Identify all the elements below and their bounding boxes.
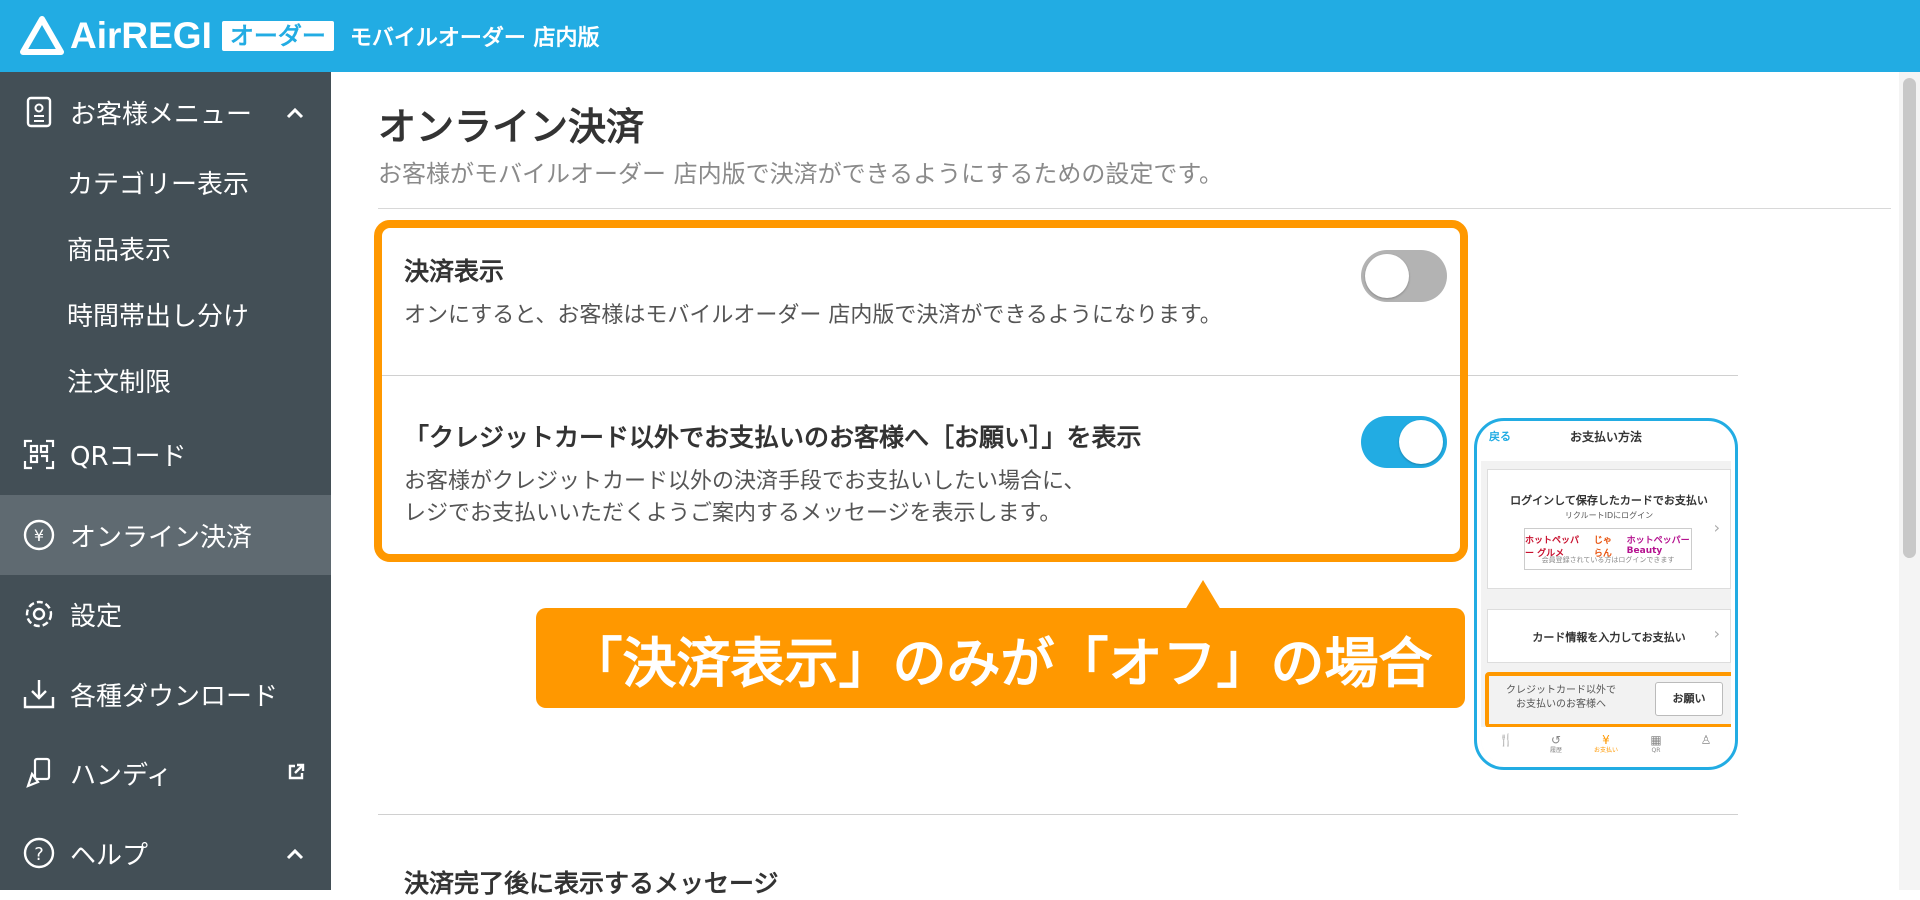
page-title: オンライン決済 [378,105,645,149]
sidebar-subitem-product[interactable]: 商品表示 [67,230,171,267]
brand-logos: ホットペッパー グルメ じゃらん ホットペッパー Beauty 会員登録されてい… [1524,528,1692,570]
highlight-frame [374,220,1468,562]
divider [378,208,1891,209]
sidebar-item-label: ハンディ [70,760,173,791]
chevron-up-icon[interactable] [285,97,305,127]
sidebar-item-online-payment[interactable]: ¥ オンライン決済 [0,495,331,575]
download-icon [22,677,56,711]
scrollbar-thumb[interactable] [1903,78,1916,558]
app-name: モバイルオーダー 店内版 [349,26,600,51]
handheld-device-icon [22,756,56,790]
phone-notice-button: お願い [1655,682,1723,716]
phone-header: 戻る お支払い方法 [1481,425,1731,461]
phone-card-manual: カード情報を入力してお支払い › [1487,609,1731,663]
gear-icon [22,597,56,631]
chevron-right-icon: › [1713,518,1720,537]
logo-badge: オーダー [221,21,334,51]
help-icon: ? [22,836,56,870]
phone-title: お支払い方法 [1569,430,1642,444]
sidebar: お客様メニュー カテゴリー表示 商品表示 時間帯出し分け 注文制限 QRコード … [0,72,331,890]
sidebar-item-label: ヘルプ [70,840,149,871]
phone-notice-frame: クレジットカード以外で お支払いのお客様へ お願い [1485,672,1731,728]
main-content: オンライン決済 お客様がモバイルオーダー 店内版で決済ができるようにするための設… [331,72,1891,898]
phone-notice-line1: クレジットカード以外で [1506,685,1616,696]
brand-note: 会員登録されている方はログインできます [1541,556,1675,564]
phone-card-saved-sub: リクルートIDにログイン [1564,511,1654,520]
yen-icon: ¥ お支払い [1591,733,1621,755]
section-title-completion-message: 決済完了後に表示するメッセージ [404,869,779,898]
phone-card-manual-title: カード情報を入力してお支払い [1532,631,1686,644]
phone-tab-bar: 🍴 ↺ 履歴 ¥ お支払い ▦ QR ♙ [1481,727,1731,763]
sidebar-item-handy[interactable]: ハンディ [0,733,331,813]
external-link-icon [287,758,305,788]
menu-book-icon [22,95,56,129]
phone-card-saved-title: ログインして保存したカードでお支払い [1510,494,1708,507]
sidebar-subitem-order-limit[interactable]: 注文制限 [67,362,171,399]
phone-back-link: 戻る [1489,430,1511,443]
yen-circle-icon: ¥ [22,518,56,552]
sidebar-item-downloads[interactable]: 各種ダウンロード [0,654,331,734]
page-description: お客様がモバイルオーダー 店内版で決済ができるようにするための設定です。 [378,160,1223,188]
phone-notice-text: クレジットカード以外で お支払いのお客様へ [1501,684,1621,712]
sidebar-item-label: お客様メニュー [70,99,253,130]
vertical-scrollbar[interactable] [1899,72,1920,890]
callout-banner: 「決済表示」のみが「オフ」の場合 [536,608,1465,708]
phone-tab-label: 履歴 [1549,747,1562,754]
qr-code-icon [22,437,56,471]
sidebar-item-customer-menu[interactable]: お客様メニュー [0,72,331,152]
sidebar-item-label: 設定 [70,601,123,632]
history-icon: ↺ 履歴 [1541,733,1571,755]
divider [378,814,1738,815]
airregi-logo-icon [20,16,64,56]
sidebar-item-settings[interactable]: 設定 [0,574,331,654]
chevron-up-icon[interactable] [285,838,305,868]
person-icon: ♙ [1700,733,1712,747]
fork-knife-icon: 🍴 [1498,733,1514,747]
sidebar-item-qr-code[interactable]: QRコード [0,414,331,494]
sidebar-item-help[interactable]: ? ヘルプ [0,813,331,893]
phone-tab-label: QR [1651,747,1661,754]
sidebar-subitem-time-split[interactable]: 時間帯出し分け [67,296,249,333]
phone-card-saved: ログインして保存したカードでお支払い リクルートIDにログイン ホットペッパー … [1487,469,1731,589]
phone-screen: 戻る お支払い方法 ログインして保存したカードでお支払い リクルートIDにログイ… [1481,425,1731,763]
logo-text: AirREGI [70,15,212,56]
callout-pointer [1185,580,1221,610]
chevron-right-icon: › [1713,624,1720,643]
sidebar-item-label: オンライン決済 [70,522,253,553]
phone-tab-label: お支払い [1593,747,1618,754]
sidebar-subitem-category[interactable]: カテゴリー表示 [67,164,249,201]
sidebar-item-label: 各種ダウンロード [70,681,279,712]
sidebar-item-label: QRコード [70,441,187,472]
svg-text:¥: ¥ [34,526,44,545]
qr-code-icon: ▦ QR [1641,733,1671,755]
svg-text:?: ? [34,844,44,865]
phone-preview: 戻る お支払い方法 ログインして保存したカードでお支払い リクルートIDにログイ… [1474,418,1738,770]
app-header: AirREGI オーダー モバイルオーダー 店内版 [0,0,1920,72]
phone-notice-line2: お支払いのお客様へ [1516,699,1606,710]
